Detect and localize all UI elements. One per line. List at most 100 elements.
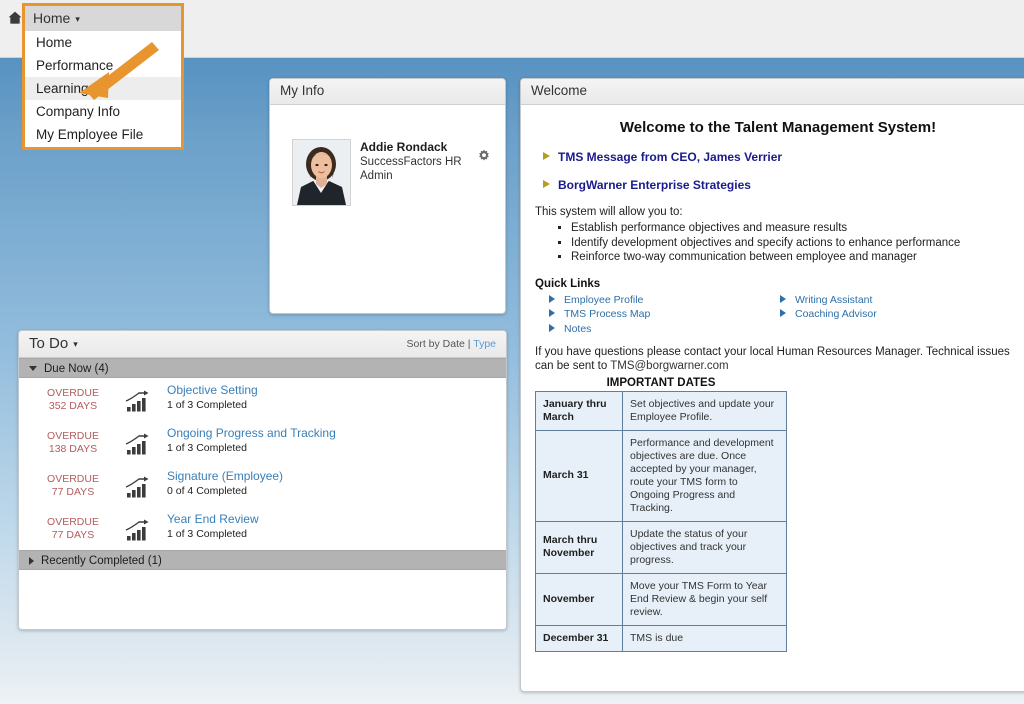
welcome-body: Welcome to the Talent Management System!…	[521, 105, 1024, 652]
quick-links-title: Quick Links	[535, 277, 601, 290]
todo-item-main: Objective Setting 1 of 3 Completed	[167, 383, 258, 412]
bar-chart-icon	[125, 433, 153, 455]
quick-link-label: Writing Assistant	[795, 293, 873, 306]
dropdown-header[interactable]: Home ▾	[25, 6, 181, 31]
todo-item-main: Ongoing Progress and Tracking 1 of 3 Com…	[167, 426, 336, 455]
todo-section-due-now[interactable]: Due Now (4)	[19, 358, 506, 378]
list-item: Establish performance objectives and mea…	[571, 221, 1021, 236]
list-item[interactable]: OVERDUE 77 DAYS Year End Review 1 of 3 C…	[19, 507, 506, 550]
triangle-bullet-icon	[549, 309, 555, 317]
contact-text: If you have questions please contact you…	[535, 345, 1021, 373]
contact-email[interactable]: TMS@borgwarner.com	[610, 360, 728, 372]
todo-item-progress: 1 of 3 Completed	[167, 399, 247, 411]
date-desc: Set objectives and update your Employee …	[622, 390, 787, 431]
date-term: January thru March	[535, 390, 623, 431]
bar-chart-icon	[125, 519, 153, 541]
status-label: OVERDUE	[47, 516, 99, 528]
status-badge: OVERDUE 352 DAYS	[43, 387, 103, 413]
status-label: OVERDUE	[47, 473, 99, 485]
date-term: December 31	[535, 624, 623, 652]
todo-section-label: Recently Completed (1)	[41, 555, 162, 567]
important-dates-title: IMPORTANT DATES	[606, 376, 716, 389]
quick-link-tms-process-map[interactable]: TMS Process Map	[549, 307, 650, 322]
todo-title[interactable]: To Do	[29, 335, 68, 352]
todo-panel: To Do ▾ Sort by Date | Type Due Now (4) O…	[18, 330, 507, 630]
gear-icon[interactable]	[477, 149, 491, 163]
list-item: Reinforce two-way communication between …	[571, 250, 1021, 265]
date-desc: Performance and development objectives a…	[622, 429, 787, 522]
todo-item-main: Signature (Employee) 0 of 4 Completed	[167, 469, 283, 498]
quick-links-column-right: Writing Assistant Coaching Advisor	[780, 293, 877, 322]
menu-item-home[interactable]: Home	[25, 31, 181, 54]
todo-section-recently-completed[interactable]: Recently Completed (1)	[19, 550, 506, 570]
contact-sentence: If you have questions please contact you…	[535, 345, 1010, 372]
list-item[interactable]: OVERDUE 352 DAYS Objective Setting 1 of …	[19, 378, 506, 421]
menu-item-company-info[interactable]: Company Info	[25, 100, 181, 123]
quick-link-label: Coaching Advisor	[795, 308, 877, 320]
list-item: Identify development objectives and spec…	[571, 236, 1021, 251]
quick-link-employee-profile[interactable]: Employee Profile	[549, 293, 650, 308]
important-dates-table: January thru March Set objectives and up…	[535, 390, 787, 652]
triangle-bullet-icon	[543, 152, 550, 160]
triangle-bullet-icon	[780, 309, 786, 317]
date-term: March 31	[535, 429, 623, 522]
status-days: 77 DAYS	[51, 486, 95, 498]
date-desc: Update the status of your objectives and…	[622, 520, 787, 574]
my-info-header: My Info	[270, 79, 505, 105]
table-row: November Move your TMS Form to Year End …	[535, 572, 787, 626]
dropdown-item-list: Home Performance Learning Company Info M…	[25, 31, 181, 146]
todo-sort-controls: Sort by Date | Type	[406, 338, 496, 350]
quick-link-coaching-advisor[interactable]: Coaching Advisor	[780, 307, 877, 322]
quick-link-writing-assistant[interactable]: Writing Assistant	[780, 293, 877, 308]
todo-item-name[interactable]: Objective Setting	[167, 383, 258, 398]
list-item[interactable]: OVERDUE 77 DAYS Signature (Employee) 0 o…	[19, 464, 506, 507]
welcome-title: Welcome	[531, 83, 588, 98]
status-label: OVERDUE	[47, 430, 99, 442]
date-desc: Move your TMS Form to Year End Review & …	[622, 572, 787, 626]
status-days: 352 DAYS	[48, 400, 98, 412]
todo-item-name[interactable]: Signature (Employee)	[167, 469, 283, 484]
menu-item-learning[interactable]: Learning	[25, 77, 181, 100]
todo-item-progress: 0 of 4 Completed	[167, 485, 247, 497]
avatar	[292, 139, 351, 206]
sort-by-date-label[interactable]: Sort by Date |	[406, 338, 470, 350]
my-info-panel: My Info Addie Rondack SuccessFactors HR …	[269, 78, 506, 314]
welcome-panel: Welcome Welcome to the Talent Management…	[520, 78, 1024, 692]
link-tms-message[interactable]: TMS Message from CEO, James Verrier	[558, 150, 782, 164]
todo-item-name[interactable]: Year End Review	[167, 512, 259, 527]
welcome-link-row: BorgWarner Enterprise Strategies	[535, 178, 1021, 192]
table-row: December 31 TMS is due	[535, 624, 787, 652]
quick-link-label: Notes	[564, 322, 592, 335]
dropdown-header-label: Home	[33, 10, 71, 26]
chevron-down-icon	[29, 366, 37, 372]
triangle-bullet-icon	[549, 294, 555, 303]
todo-list: OVERDUE 352 DAYS Objective Setting 1 of …	[19, 378, 506, 550]
menu-item-performance[interactable]: Performance	[25, 54, 181, 77]
table-row: March thru November Update the status of…	[535, 520, 787, 574]
welcome-heading: Welcome to the Talent Management System!	[619, 119, 937, 136]
bar-chart-icon	[125, 476, 153, 498]
menu-item-my-employee-file[interactable]: My Employee File	[25, 123, 181, 146]
app-root: Home▾ Ho My Info	[0, 0, 1024, 704]
welcome-header: Welcome	[521, 79, 1024, 105]
todo-item-progress: 1 of 3 Completed	[167, 528, 247, 540]
chevron-down-icon: ▾	[75, 13, 80, 24]
triangle-bullet-icon	[543, 180, 550, 188]
todo-item-name[interactable]: Ongoing Progress and Tracking	[167, 426, 336, 441]
my-info-title: My Info	[280, 83, 325, 98]
welcome-bullet-list: Establish performance objectives and mea…	[553, 221, 1021, 265]
list-item[interactable]: OVERDUE 138 DAYS Ongoing Progress and Tr…	[19, 421, 506, 464]
table-row: January thru March Set objectives and up…	[535, 390, 787, 431]
sort-by-type-link[interactable]: Type	[473, 338, 496, 350]
triangle-bullet-icon	[549, 323, 555, 332]
my-info-body: Addie Rondack SuccessFactors HR Admin	[270, 105, 505, 206]
todo-header: To Do ▾ Sort by Date | Type	[19, 331, 506, 358]
quick-link-label: TMS Process Map	[564, 308, 651, 320]
status-badge: OVERDUE 138 DAYS	[43, 430, 103, 456]
link-enterprise-strategies[interactable]: BorgWarner Enterprise Strategies	[558, 178, 751, 192]
chevron-down-icon[interactable]: ▾	[73, 339, 78, 350]
quick-links-grid: Employee Profile TMS Process Map Notes W…	[535, 293, 1021, 339]
chevron-right-icon	[29, 556, 34, 565]
my-info-text: Addie Rondack SuccessFactors HR Admin	[360, 140, 470, 183]
quick-link-notes[interactable]: Notes	[549, 322, 650, 337]
